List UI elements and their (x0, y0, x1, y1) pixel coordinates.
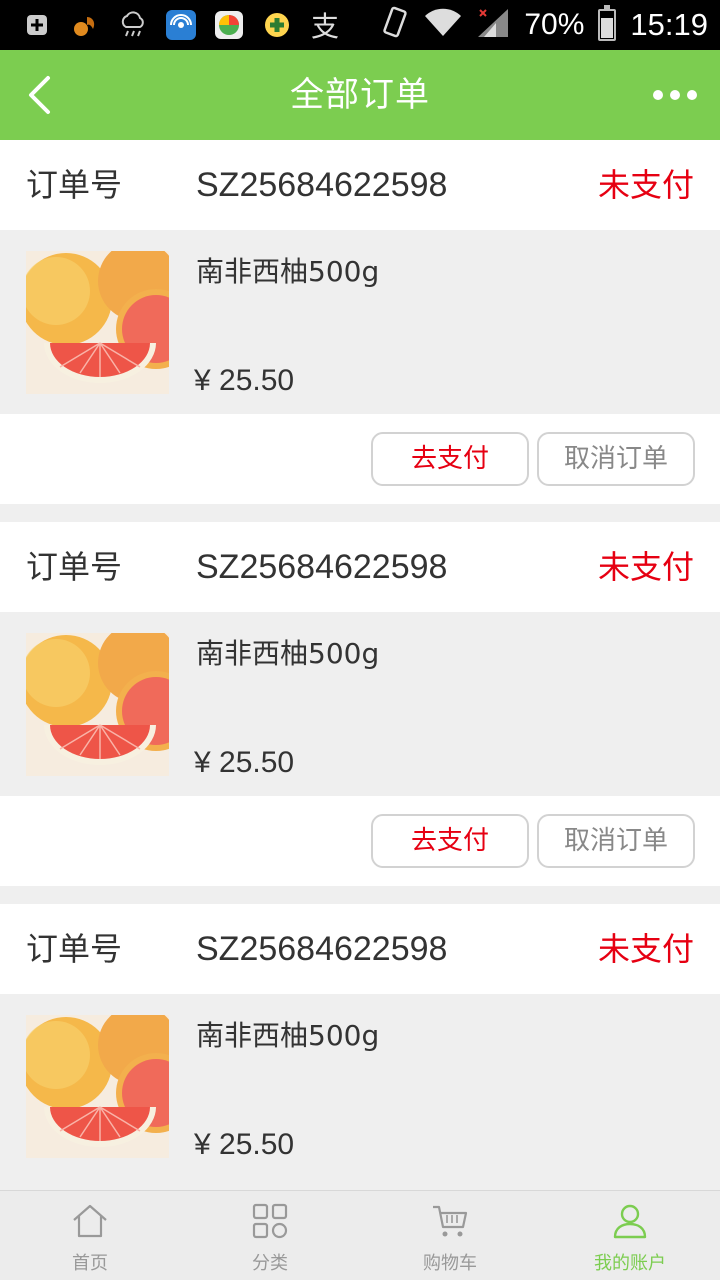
order-number-label: 订单号 (26, 930, 123, 968)
squirrel-app-icon (70, 10, 100, 40)
color-wheel-app-icon (214, 10, 244, 40)
battery-percent: 70% (524, 8, 585, 41)
order-status: 未支付 (597, 166, 694, 204)
order-header: 订单号 SZ25684622598 未支付 (0, 522, 720, 612)
product-price: ¥ 25.50 (194, 1128, 295, 1161)
order-card: 订单号 SZ25684622598 未支付 南非西柚500g ¥ 25 (0, 522, 720, 886)
tab-cart[interactable]: 购物车 (360, 1191, 540, 1280)
product-price: ¥ 25.50 (194, 364, 295, 397)
tab-category[interactable]: 分类 (180, 1191, 360, 1280)
add-notification-icon (22, 10, 52, 40)
battery-icon (598, 5, 617, 41)
tab-category-label: 分类 (252, 1253, 288, 1274)
more-menu-button[interactable] (646, 78, 704, 112)
nav-header: 全部订单 (0, 50, 720, 140)
bottom-tab-bar: 首页 分类 购物车 我的账户 (0, 1190, 720, 1280)
product-name: 南非西柚500g (196, 255, 380, 288)
cell-signal-icon (476, 7, 510, 44)
order-header: 订单号 SZ25684622598 未支付 (0, 904, 720, 994)
tab-account[interactable]: 我的账户 (540, 1191, 720, 1280)
tab-cart-label: 购物车 (423, 1253, 477, 1274)
status-bar: 支 70% 15:19 (0, 0, 720, 50)
cancel-order-button[interactable]: 取消订单 (537, 432, 695, 486)
order-number-label: 订单号 (26, 548, 123, 586)
order-card: 订单号 SZ25684622598 未支付 南非西柚500g ¥ 25 (0, 904, 720, 1178)
page-title: 全部订单 (290, 75, 430, 115)
order-number-label: 订单号 (26, 166, 123, 204)
order-actions: 去支付 取消订单 (0, 414, 720, 504)
category-grid-icon (252, 1203, 288, 1239)
cart-icon (433, 1205, 468, 1237)
home-icon (73, 1204, 107, 1238)
pay-button[interactable]: 去支付 (371, 432, 529, 486)
product-name: 南非西柚500g (196, 637, 380, 670)
order-product[interactable]: 南非西柚500g ¥ 25.50 (0, 230, 720, 414)
order-actions: 去支付 取消订单 (0, 796, 720, 886)
notification-icons: 支 (22, 8, 340, 43)
order-number: SZ25684622598 (196, 548, 448, 586)
product-image (26, 251, 169, 394)
order-product[interactable]: 南非西柚500g ¥ 25.50 (0, 612, 720, 796)
order-status: 未支付 (597, 548, 694, 586)
order-header: 订单号 SZ25684622598 未支付 (0, 140, 720, 230)
health-cross-icon (262, 10, 292, 40)
pay-button[interactable]: 去支付 (371, 814, 529, 868)
order-card: 订单号 SZ25684622598 未支付 南非西柚500g ¥ 25 (0, 140, 720, 504)
order-number: SZ25684622598 (196, 930, 448, 968)
order-list: 订单号 SZ25684622598 未支付 南非西柚500g ¥ 25.50 去… (0, 140, 720, 1196)
product-image (26, 1015, 169, 1158)
tab-account-label: 我的账户 (594, 1253, 666, 1274)
wifi-signal-icon (424, 8, 462, 43)
product-name: 南非西柚500g (196, 1019, 380, 1052)
more-dots-icon (653, 90, 663, 100)
user-icon (613, 1204, 647, 1239)
system-status: 70% 15:19 (380, 0, 708, 50)
wifi-app-icon (166, 10, 196, 40)
cloud-rain-icon (118, 10, 148, 40)
clock: 15:19 (630, 7, 708, 42)
tab-home[interactable]: 首页 (0, 1191, 180, 1280)
cancel-order-button[interactable]: 取消订单 (537, 814, 695, 868)
order-product[interactable]: 南非西柚500g ¥ 25.50 (0, 994, 720, 1178)
tab-home-label: 首页 (72, 1253, 108, 1274)
alipay-icon: 支 (310, 10, 339, 43)
product-price: ¥ 25.50 (194, 746, 295, 779)
rotate-phone-icon (380, 6, 410, 45)
product-image (26, 633, 169, 776)
order-status: 未支付 (597, 930, 694, 968)
order-number: SZ25684622598 (196, 166, 448, 204)
